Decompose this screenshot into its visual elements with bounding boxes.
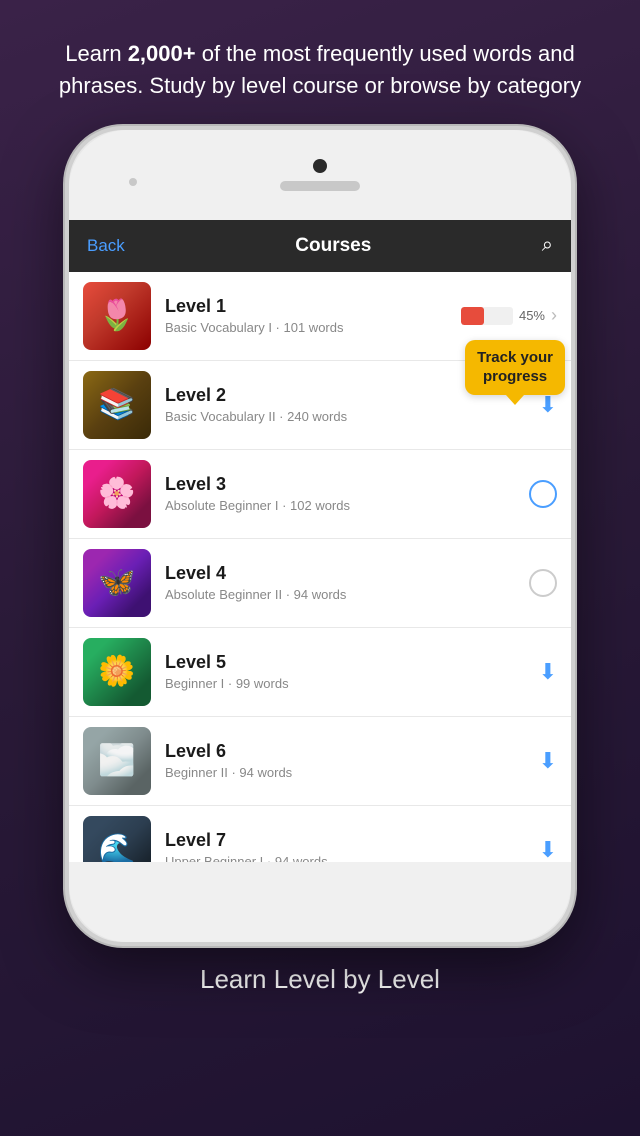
search-icon[interactable]: ⌕	[542, 234, 553, 257]
course-list: 🌷 Level 1 Basic Vocabulary I · 101 words…	[69, 272, 571, 862]
side-button-mute	[65, 290, 66, 326]
download-icon-6[interactable]: ⬇	[539, 748, 557, 774]
progress-bar-1	[461, 307, 513, 325]
thumb-icon-6: 🌫️	[83, 727, 151, 795]
chevron-icon-1: ›	[551, 305, 557, 326]
side-button-volume-down	[65, 412, 66, 470]
course-info-7: Level 7 Upper Beginner I · 94 words	[165, 830, 539, 862]
course-item-level-6[interactable]: 🌫️ Level 6 Beginner II · 94 words ⬇	[69, 717, 571, 806]
course-info-5: Level 5 Beginner I · 99 words	[165, 652, 539, 691]
side-button-power	[574, 350, 575, 430]
phone-camera	[313, 159, 327, 173]
course-title-1: Level 1	[165, 296, 461, 317]
course-title-7: Level 7	[165, 830, 539, 851]
course-subtitle-5: Beginner I · 99 words	[165, 676, 539, 691]
track-progress-tooltip: Track yourprogress	[465, 340, 565, 395]
thumb-level-4: 🦋	[83, 549, 151, 617]
course-info-3: Level 3 Absolute Beginner I · 102 words	[165, 474, 529, 513]
phone-bottom	[69, 862, 571, 942]
course-action-1: 45% ›	[461, 305, 557, 326]
phone-top	[69, 130, 571, 220]
status-circle-3	[529, 480, 557, 508]
course-subtitle-7: Upper Beginner I · 94 words	[165, 854, 539, 862]
nav-title: Courses	[295, 235, 371, 257]
course-item-level-4[interactable]: 🦋 Level 4 Absolute Beginner II · 94 word…	[69, 539, 571, 628]
thumb-level-6: 🌫️	[83, 727, 151, 795]
side-button-volume-up	[65, 340, 66, 398]
course-subtitle-4: Absolute Beginner II · 94 words	[165, 587, 529, 602]
bottom-tagline: Learn Level by Level	[160, 946, 480, 995]
course-info-6: Level 6 Beginner II · 94 words	[165, 741, 539, 780]
download-icon-7[interactable]: ⬇	[539, 837, 557, 862]
phone-frame: Back Courses ⌕ 🌷 Level 1 Basic Vocabular…	[65, 126, 575, 946]
course-item-level-3[interactable]: 🌸 Level 3 Absolute Beginner I · 102 word…	[69, 450, 571, 539]
thumb-icon-5: 🌼	[83, 638, 151, 706]
download-icon-2[interactable]: ⬇	[539, 392, 557, 418]
course-subtitle-3: Absolute Beginner I · 102 words	[165, 498, 529, 513]
thumb-icon-2: 📚	[83, 371, 151, 439]
thumb-level-1: 🌷	[83, 282, 151, 350]
phone-speaker	[280, 181, 360, 191]
tagline-pre: Learn	[65, 41, 127, 66]
phone-dot	[129, 178, 137, 186]
course-action-2: Track yourprogress ⬇	[539, 392, 557, 418]
thumb-level-5: 🌼	[83, 638, 151, 706]
progress-fill-1	[461, 307, 484, 325]
phone-screen: Back Courses ⌕ 🌷 Level 1 Basic Vocabular…	[69, 220, 571, 862]
thumb-level-7: 🌊	[83, 816, 151, 862]
course-subtitle-6: Beginner II · 94 words	[165, 765, 539, 780]
thumb-level-3: 🌸	[83, 460, 151, 528]
back-button[interactable]: Back	[87, 236, 125, 256]
tagline-highlight: 2,000+	[128, 41, 196, 66]
course-action-7: ⬇	[539, 837, 557, 862]
course-subtitle-1: Basic Vocabulary I · 101 words	[165, 320, 461, 335]
thumb-icon-1: 🌷	[83, 282, 151, 350]
course-subtitle-2: Basic Vocabulary II · 240 words	[165, 409, 539, 424]
thumb-icon-4: 🦋	[83, 549, 151, 617]
course-item-level-5[interactable]: 🌼 Level 5 Beginner I · 99 words ⬇	[69, 628, 571, 717]
course-title-3: Level 3	[165, 474, 529, 495]
course-title-5: Level 5	[165, 652, 539, 673]
thumb-icon-7: 🌊	[83, 816, 151, 862]
course-title-6: Level 6	[165, 741, 539, 762]
progress-wrap-1: 45%	[461, 307, 545, 325]
status-circle-4	[529, 569, 557, 597]
course-action-3	[529, 480, 557, 508]
course-info-1: Level 1 Basic Vocabulary I · 101 words	[165, 296, 461, 335]
course-action-6: ⬇	[539, 748, 557, 774]
course-action-4	[529, 569, 557, 597]
download-icon-5[interactable]: ⬇	[539, 659, 557, 685]
course-item-level-2[interactable]: 📚 Level 2 Basic Vocabulary II · 240 word…	[69, 361, 571, 450]
top-tagline: Learn 2,000+ of the most frequently used…	[0, 0, 640, 126]
thumb-level-2: 📚	[83, 371, 151, 439]
course-action-5: ⬇	[539, 659, 557, 685]
thumb-icon-3: 🌸	[83, 460, 151, 528]
nav-bar: Back Courses ⌕	[69, 220, 571, 272]
progress-pct-1: 45%	[519, 308, 545, 323]
course-item-level-7[interactable]: 🌊 Level 7 Upper Beginner I · 94 words ⬇	[69, 806, 571, 862]
course-info-4: Level 4 Absolute Beginner II · 94 words	[165, 563, 529, 602]
course-title-4: Level 4	[165, 563, 529, 584]
